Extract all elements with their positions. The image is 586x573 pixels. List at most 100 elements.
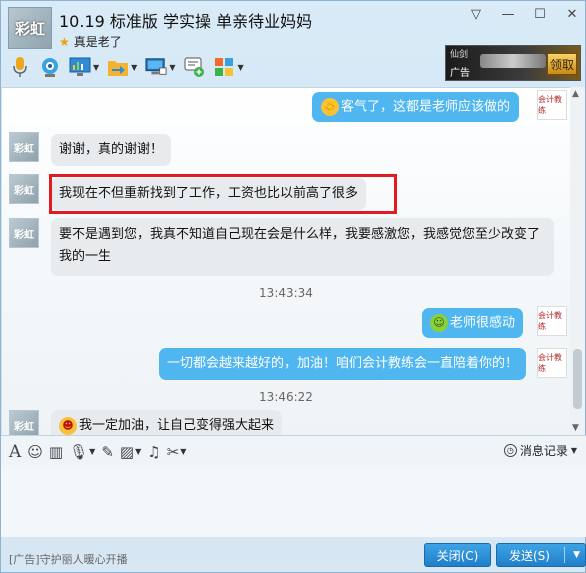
contact-message-avatar[interactable]: 彩虹 xyxy=(9,132,39,162)
chevron-down-icon: ▼ xyxy=(169,62,176,72)
image-button[interactable]: ▨ ▼ xyxy=(120,443,141,461)
font-button[interactable]: A xyxy=(9,442,21,462)
music-button[interactable]: ♫ xyxy=(147,443,160,461)
minimize-icon[interactable]: — xyxy=(501,7,515,22)
send-options-chevron-icon[interactable]: ▼ xyxy=(573,550,580,560)
self-avatar[interactable]: 会计教练 xyxy=(537,90,567,120)
voice-call-button[interactable] xyxy=(9,53,31,81)
chevron-down-icon: ▼ xyxy=(89,447,96,456)
message-timestamp: 13:46:22 xyxy=(259,390,313,404)
scissors-icon: ✂ xyxy=(166,442,180,461)
gif-button[interactable]: ▥ xyxy=(49,443,63,461)
bottom-ad-link[interactable]: [广告]守护丽人暖心开播 xyxy=(9,551,128,567)
input-toolbar: A ☺ ▥ 🎙 ▼ ✎ ▨ ▼ ♫ ✂ ▼ xyxy=(1,435,586,467)
image-icon: ▨ xyxy=(119,442,135,461)
message-text: 一切都会越来越好的，加油！咱们会计教练会一直陪着你的！ xyxy=(167,356,519,371)
voice-message-button[interactable]: 🎙 ▼ xyxy=(69,443,95,461)
close-button-label: 关闭(C) xyxy=(436,548,479,563)
chat-toolbar: ▼ ▼ ▼ ▼ xyxy=(9,53,244,81)
message-text: 客气了，这都是老师应该做的 xyxy=(341,99,511,115)
music-note-icon: ♫ xyxy=(147,442,161,461)
edit-icon: ✎ xyxy=(101,442,114,461)
video-call-button[interactable] xyxy=(39,53,61,81)
ad-banner-brand: 仙剑 xyxy=(450,50,469,60)
chat-header: 彩虹 10.19 标准版 学实操 单亲待业妈妈 ★ 真是老了 ▽ — ☐ ✕ ▼… xyxy=(1,1,586,87)
contact-message-avatar[interactable]: 彩虹 xyxy=(9,410,39,435)
message-text: 我一定加油，让自己变得强大起来 xyxy=(79,418,275,433)
send-button-divider xyxy=(564,547,565,563)
message-input[interactable] xyxy=(1,467,586,537)
microphone-icon: 🎙 xyxy=(69,442,89,461)
scroll-down-icon[interactable]: ▼ xyxy=(572,423,579,433)
invite-button[interactable] xyxy=(183,53,205,81)
chevron-down-icon: ▼ xyxy=(93,62,100,72)
contact-message-avatar[interactable]: 彩虹 xyxy=(9,174,39,204)
history-label: 消息记录 xyxy=(519,444,568,458)
maximize-icon[interactable]: ☐ xyxy=(533,7,547,22)
clock-icon: ◷ xyxy=(503,444,517,457)
message-text: 我现在不但重新找到了工作，工资也比以前高了很多 xyxy=(59,186,359,201)
contact-status: ★ 真是老了 xyxy=(59,33,122,50)
send-button-label: 发送(S) xyxy=(509,548,550,563)
ad-banner-tag: 广告 xyxy=(450,68,470,79)
close-button[interactable]: 关闭(C) xyxy=(424,543,491,567)
self-avatar[interactable]: 会计教练 xyxy=(537,348,567,378)
chevron-down-icon: ▼ xyxy=(135,447,142,456)
scrollbar-thumb[interactable] xyxy=(573,349,582,409)
screenshot-button[interactable]: ✂ ▼ xyxy=(167,443,187,461)
ad-banner[interactable]: 仙剑 广告 领取 xyxy=(445,45,581,81)
menu-icon[interactable]: ▽ xyxy=(469,7,483,22)
message-bubble-outgoing: ☺ 老师很感动 xyxy=(422,308,524,338)
self-avatar[interactable]: 会计教练 xyxy=(537,306,567,336)
file-transfer-button[interactable]: ▼ xyxy=(107,53,137,81)
remote-desktop-icon xyxy=(145,56,167,78)
handshake-icon: 🤝 xyxy=(321,98,339,116)
chevron-down-icon: ▼ xyxy=(570,446,577,455)
contact-title: 10.19 标准版 学实操 单亲待业妈妈 xyxy=(59,12,313,31)
scroll-up-icon[interactable]: ▲ xyxy=(572,89,579,99)
message-timestamp: 13:43:34 xyxy=(259,286,313,300)
star-icon: ★ xyxy=(59,34,70,49)
send-button[interactable]: 发送(S) ▼ xyxy=(496,543,586,567)
video-camera-icon xyxy=(39,56,61,78)
message-bubble-incoming: 我现在不但重新找到了工作，工资也比以前高了很多 xyxy=(51,178,367,210)
apps-button[interactable]: ▼ xyxy=(213,53,244,81)
chat-window: 彩虹 10.19 标准版 学实操 单亲待业妈妈 ★ 真是老了 ▽ — ☐ ✕ ▼… xyxy=(0,0,586,573)
message-text: 老师很感动 xyxy=(450,315,516,331)
contact-message-avatar[interactable]: 彩虹 xyxy=(9,218,39,248)
status-text: 真是老了 xyxy=(73,35,122,49)
message-bubble-outgoing: 🤝 客气了，这都是老师应该做的 xyxy=(312,92,520,122)
file-transfer-icon xyxy=(107,56,129,78)
message-history-button[interactable]: ◷ 消息记录 ▼ xyxy=(503,442,577,459)
bottom-bar: [广告]守护丽人暖心开播 关闭(C) 发送(S) ▼ xyxy=(1,537,586,573)
message-bubble-incoming: 谢谢，真的谢谢！ xyxy=(51,134,172,166)
message-bubble-incoming: ☻ 我一定加油，让自己变得强大起来 xyxy=(51,410,283,435)
chevron-down-icon: ▼ xyxy=(180,447,187,456)
message-bubble-outgoing: 一切都会越来越好的，加油！咱们会计教练会一直陪着你的！ xyxy=(159,348,527,380)
message-text: 要不是遇到您，我真不知道自己现在会是什么样，我要感激您，我感觉您至少改变了我的一… xyxy=(59,227,541,264)
contact-avatar[interactable]: 彩虹 xyxy=(8,7,52,49)
chevron-down-icon: ▼ xyxy=(237,62,244,72)
invite-icon xyxy=(183,56,205,78)
message-list[interactable]: 🤝 客气了，这都是老师应该做的 会计教练 彩虹 谢谢，真的谢谢！ 彩虹 我现在不但… xyxy=(2,87,570,435)
remote-desktop-button[interactable]: ▼ xyxy=(145,53,175,81)
font-icon: A xyxy=(9,441,22,462)
doodle-button[interactable]: ✎ xyxy=(101,443,114,461)
ad-claim-button[interactable]: 领取 xyxy=(547,53,577,75)
smiley-icon: ☺ xyxy=(27,442,43,461)
message-scrollbar[interactable]: ▲ ▼ xyxy=(570,87,585,435)
determined-face-icon: ☻ xyxy=(59,416,77,435)
screen-share-icon xyxy=(69,56,91,78)
app-grid-icon xyxy=(213,56,235,78)
microphone-icon xyxy=(9,56,31,78)
film-icon: ▥ xyxy=(48,442,64,461)
ad-weapon-image xyxy=(480,54,546,68)
emoji-button[interactable]: ☺ xyxy=(27,443,43,461)
window-controls: ▽ — ☐ ✕ xyxy=(469,7,579,22)
happy-face-icon: ☺ xyxy=(430,314,448,332)
screen-share-button[interactable]: ▼ xyxy=(69,53,99,81)
close-icon[interactable]: ✕ xyxy=(565,7,579,22)
message-text: 谢谢，真的谢谢！ xyxy=(59,142,164,157)
chevron-down-icon: ▼ xyxy=(131,62,138,72)
message-bubble-incoming: 要不是遇到您，我真不知道自己现在会是什么样，我要感激您，我感觉您至少改变了我的一… xyxy=(51,218,554,276)
